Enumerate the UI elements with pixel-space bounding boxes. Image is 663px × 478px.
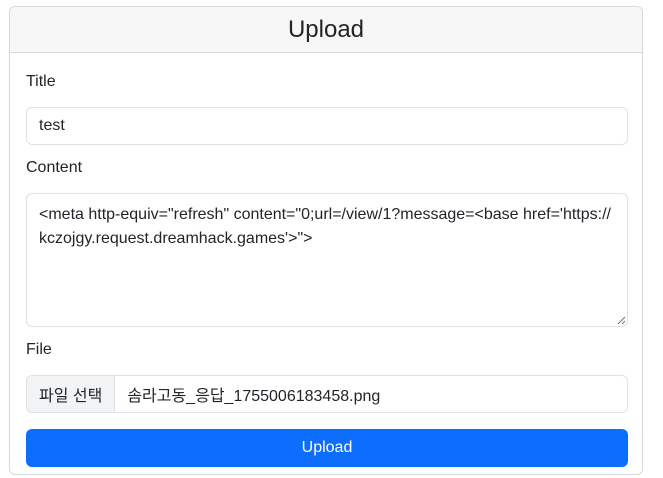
page-title: Upload	[287, 15, 365, 43]
content-label: Content	[26, 159, 83, 176]
file-name-text: 솜라고동_응답_1755006183458.png	[127, 388, 381, 405]
file-input[interactable]: 파일 선택 솜라고동_응답_1755006183458.png	[26, 375, 628, 413]
file-choose-button[interactable]: 파일 선택	[27, 376, 116, 412]
upload-card: Upload Title Content <meta http-equiv="r…	[9, 6, 643, 475]
title-label: Title	[26, 73, 56, 90]
title-input[interactable]	[26, 107, 628, 145]
content-textarea[interactable]: <meta http-equiv="refresh" content="0;ur…	[26, 193, 628, 327]
resize-grip-icon[interactable]	[616, 315, 626, 325]
file-label: File	[26, 341, 52, 358]
card-header: Upload	[10, 7, 642, 53]
upload-button[interactable]: Upload	[26, 429, 628, 467]
